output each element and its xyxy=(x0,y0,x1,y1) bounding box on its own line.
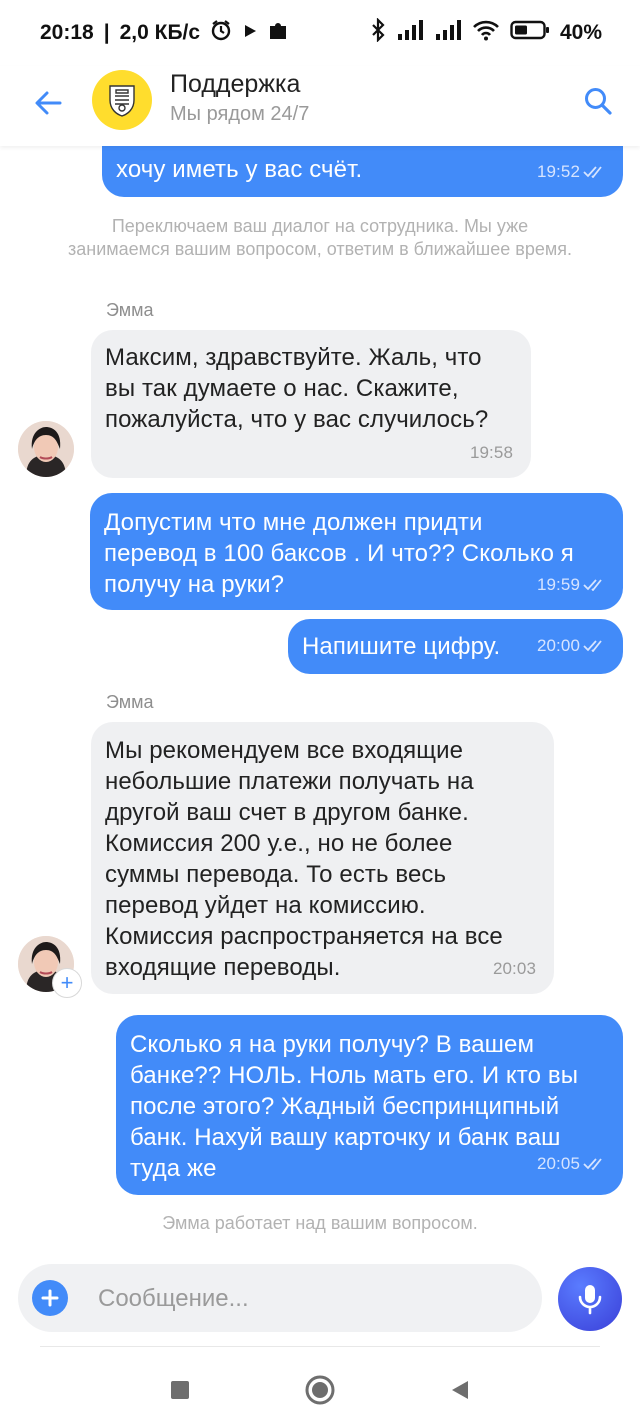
message-meta: 20:05 xyxy=(537,1148,605,1179)
double-check-icon xyxy=(583,165,602,178)
message-text: Максим, здравствуйте. Жаль, что вы так д… xyxy=(105,344,489,433)
status-bar: 20:18 | 2,0 КБ/с 40% xyxy=(0,0,640,66)
puzzle-icon xyxy=(268,19,290,47)
search-icon xyxy=(585,88,612,115)
typing-indicator: Эмма работает над вашим вопросом. xyxy=(162,1213,478,1233)
double-check-icon xyxy=(583,1157,602,1170)
double-check-icon xyxy=(583,639,602,652)
battery-icon xyxy=(510,19,550,47)
home-button[interactable] xyxy=(300,1370,340,1410)
wifi-icon xyxy=(472,19,500,47)
battery-level: 40% xyxy=(559,21,602,44)
status-time: 20:18 xyxy=(40,21,94,44)
incoming-message[interactable]: Мы рекомендуем все входящие небольшие пл… xyxy=(91,722,554,994)
message-meta: 19:52 xyxy=(537,156,605,187)
signal-icon xyxy=(396,20,424,46)
message-meta: 19:58 xyxy=(470,437,513,468)
incoming-message[interactable]: Максим, здравствуйте. Жаль, что вы так д… xyxy=(91,330,531,478)
bank-logo[interactable] xyxy=(92,70,152,130)
message-text: Мы рекомендуем все входящие небольшие пл… xyxy=(105,737,503,981)
circle-icon xyxy=(305,1375,335,1405)
recents-button[interactable] xyxy=(160,1370,200,1410)
network-speed: 2,0 КБ/с xyxy=(119,21,201,44)
agent-photo xyxy=(18,421,74,477)
microphone-icon xyxy=(578,1285,602,1315)
page-subtitle: Мы рядом 24/7 xyxy=(170,103,310,125)
message-input[interactable] xyxy=(96,1278,520,1320)
outgoing-message[interactable]: Сколько я на руки получу? В вашем банке?… xyxy=(116,1015,623,1195)
message-time: 19:58 xyxy=(469,443,513,462)
coat-of-arms-icon xyxy=(109,85,135,117)
outgoing-message[interactable]: хочу иметь у вас счёт. 19:52 xyxy=(102,146,623,197)
message-meta: 20:03 xyxy=(493,953,536,984)
message-time: 19:52 xyxy=(536,162,580,181)
play-icon xyxy=(242,21,258,45)
plus-icon xyxy=(41,1289,59,1307)
signal-icon xyxy=(434,20,462,46)
alarm-icon xyxy=(210,19,232,47)
double-check-icon xyxy=(583,578,602,591)
arrow-left-icon xyxy=(35,91,62,115)
message-time: 20:03 xyxy=(492,959,536,978)
outgoing-message[interactable]: Напишите цифру. 20:00 xyxy=(288,619,623,674)
header-title-block: Поддержка Мы рядом 24/7 xyxy=(170,68,309,128)
chat-header: Поддержка Мы рядом 24/7 xyxy=(0,66,640,146)
message-time: 20:00 xyxy=(536,636,580,655)
chat-messages[interactable]: хочу иметь у вас счёт. 19:52 Переключаем… xyxy=(0,146,640,1256)
attach-button[interactable] xyxy=(32,1280,68,1316)
add-button[interactable]: + xyxy=(52,968,82,998)
message-composer xyxy=(18,1264,542,1332)
back-nav-button[interactable] xyxy=(440,1370,480,1410)
search-button[interactable] xyxy=(578,81,618,121)
agent-avatar[interactable] xyxy=(18,421,74,477)
voice-message-button[interactable] xyxy=(558,1267,622,1331)
screen: 20:18 | 2,0 КБ/с 40% Поддержка Мы рядом … xyxy=(0,0,640,1423)
sender-name: Эмма xyxy=(106,692,154,712)
divider xyxy=(40,1346,600,1347)
message-meta: 20:00 xyxy=(537,630,605,661)
back-button[interactable] xyxy=(28,83,68,123)
message-time: 20:05 xyxy=(536,1154,580,1173)
system-navigation-bar xyxy=(0,1354,640,1423)
triangle-back-icon xyxy=(452,1381,468,1399)
square-icon xyxy=(171,1381,189,1399)
sender-name: Эмма xyxy=(106,300,154,320)
outgoing-message[interactable]: Допустим что мне должен придти перевод в… xyxy=(90,493,623,610)
page-title: Поддержка xyxy=(170,70,301,98)
bluetooth-icon xyxy=(370,17,386,48)
system-message: Переключаем ваш диалог на сотрудника. Мы… xyxy=(68,216,572,259)
status-divider: | xyxy=(103,21,110,44)
message-time: 19:59 xyxy=(536,575,580,594)
message-meta: 19:59 xyxy=(537,569,605,600)
